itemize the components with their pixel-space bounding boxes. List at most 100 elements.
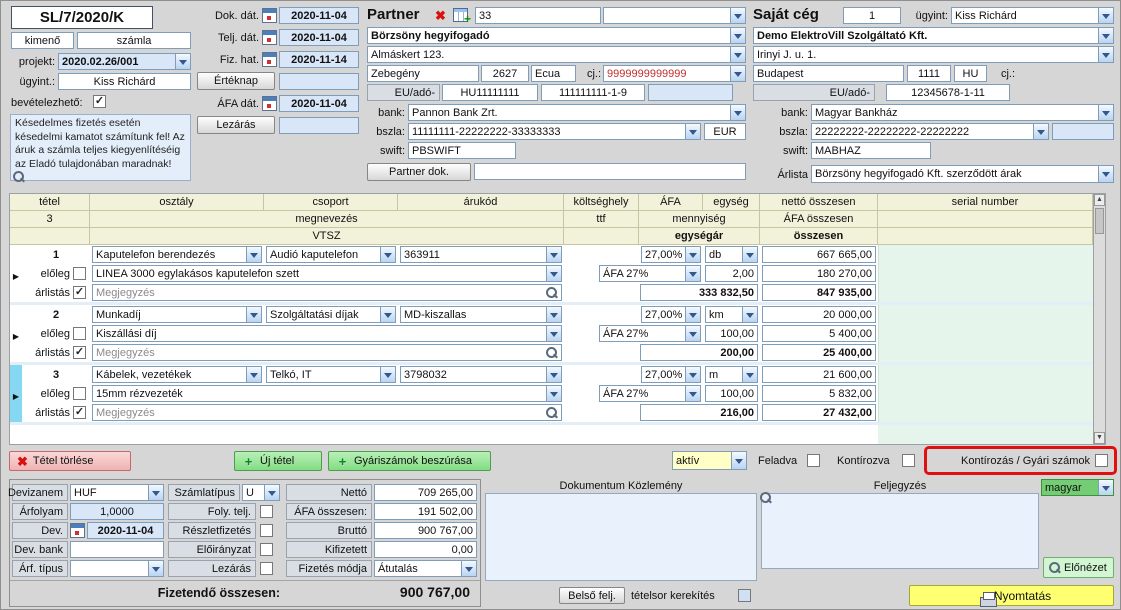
arlistas-checkbox[interactable] xyxy=(73,346,86,359)
magnifier-icon[interactable] xyxy=(545,286,558,299)
company-swift-field[interactable]: MABHAZ xyxy=(811,142,931,159)
devizanem-select[interactable]: HUF xyxy=(70,484,164,501)
partner-bank-select[interactable]: Pannon Bank Zrt. xyxy=(408,104,746,121)
mennyiseg-field[interactable]: 100,00 xyxy=(705,325,758,342)
arlistas-checkbox[interactable] xyxy=(73,406,86,419)
scroll-up-button[interactable]: ▲ xyxy=(1094,194,1105,206)
szamlatipus-select[interactable]: U xyxy=(242,484,280,501)
telj-dat-calendar-icon[interactable] xyxy=(262,30,277,45)
serial-number-cell[interactable] xyxy=(878,245,1093,302)
eloiranyzat-checkbox[interactable] xyxy=(260,543,273,556)
feljegyzes-textarea[interactable] xyxy=(761,493,1039,569)
note-magnifier-icon[interactable] xyxy=(12,170,25,183)
megjegyzes-field[interactable]: Megjegyzés xyxy=(92,284,562,301)
afa-dat-field[interactable]: 2020-11-04 xyxy=(279,95,359,112)
reszletfizetes-checkbox[interactable] xyxy=(260,524,273,537)
osztaly-select[interactable]: Kaputelefon berendezés xyxy=(92,246,262,263)
unit-select[interactable]: m xyxy=(705,366,758,383)
erteknap-field[interactable] xyxy=(279,73,359,90)
dev-date-field[interactable]: 2020-11-04 xyxy=(87,522,164,539)
tetelsor-kerekites-checkbox[interactable] xyxy=(738,589,751,602)
partner-tax-field[interactable]: 111111111-1-9 xyxy=(541,84,645,101)
osztaly-select[interactable]: Munkadíj xyxy=(92,306,262,323)
erteknap-button[interactable]: Értéknap xyxy=(197,72,275,90)
kontirozva-checkbox[interactable] xyxy=(902,454,915,467)
megjegyzes-field[interactable]: Megjegyzés xyxy=(92,404,562,421)
partner-lookup-select[interactable] xyxy=(603,7,746,24)
afa-osszeg-field[interactable]: 5 832,00 xyxy=(762,385,876,402)
partner-list-add-icon[interactable] xyxy=(453,8,468,22)
company-bszla-select[interactable]: 22222222-22222222-22222222 xyxy=(811,123,1049,140)
insert-serials-button[interactable]: + Gyáriszámok beszúrása xyxy=(328,451,491,471)
scroll-thumb[interactable] xyxy=(1095,208,1104,234)
company-ugyintezo-select[interactable]: Kiss Richárd xyxy=(951,7,1114,24)
afa-percent-select[interactable]: 27,00% xyxy=(641,366,701,383)
delete-line-button[interactable]: ✖ Tétel törlése xyxy=(9,451,131,471)
dev-bank-field[interactable] xyxy=(70,541,164,558)
osszesen-field[interactable]: 847 935,00 xyxy=(762,284,876,301)
elonezet-button[interactable]: Előnézet xyxy=(1043,557,1114,578)
kontirozas-checkbox[interactable] xyxy=(1095,454,1108,467)
partner-delete-icon[interactable]: ✖ xyxy=(435,9,446,22)
partner-name-select[interactable]: Börzsöny hegyifogadó xyxy=(367,27,746,44)
megjegyzes-field[interactable]: Megjegyzés xyxy=(92,344,562,361)
partner-dok-button[interactable]: Partner dok. xyxy=(367,163,471,181)
company-tax-field[interactable]: 12345678-1-11 xyxy=(886,84,1010,101)
row-select-marker[interactable]: ▶ xyxy=(10,245,22,302)
serial-number-cell[interactable] xyxy=(878,365,1093,422)
projekt-select[interactable]: 2020.02.26/001 xyxy=(58,53,191,70)
arukod-select[interactable]: MD-kiszallas xyxy=(400,306,562,323)
afa-select[interactable]: ÁFA 27% xyxy=(599,265,701,282)
line-item-3[interactable]: ▶ 3 Kábelek, vezetékek Telkó, IT 3798032… xyxy=(10,365,1093,425)
netto-osszesen-field[interactable]: 21 600,00 xyxy=(762,366,876,383)
unit-select[interactable]: km xyxy=(705,306,758,323)
nyomtatas-button[interactable]: Nyomtatás xyxy=(909,585,1114,606)
fiz-hat-field[interactable]: 2020-11-14 xyxy=(279,51,359,68)
company-code-field[interactable]: 1 xyxy=(843,7,901,24)
partner-extra-field[interactable] xyxy=(648,84,733,101)
csoport-select[interactable]: Szolgáltatási díjak xyxy=(266,306,396,323)
fiz-hat-calendar-icon[interactable] xyxy=(262,52,277,67)
arukod-select[interactable]: 363911 xyxy=(400,246,562,263)
partner-dok-field[interactable] xyxy=(474,163,746,180)
lezaras-button[interactable]: Lezárás xyxy=(197,116,275,134)
afa-select[interactable]: ÁFA 27% xyxy=(599,385,701,402)
company-country-field[interactable]: HU xyxy=(954,65,987,82)
language-select[interactable]: magyar xyxy=(1041,479,1114,496)
mennyiseg-field[interactable]: 100,00 xyxy=(705,385,758,402)
partner-address-select[interactable]: Almáskert 123. xyxy=(367,46,746,63)
dok-dat-field[interactable]: 2020-11-04 xyxy=(279,7,359,24)
bevetelezheto-checkbox[interactable] xyxy=(93,95,106,108)
afa-percent-select[interactable]: 27,00% xyxy=(641,246,701,263)
telj-dat-field[interactable]: 2020-11-04 xyxy=(279,29,359,46)
belso-felj-button[interactable]: Belső felj. xyxy=(559,587,625,604)
egysegar-field[interactable]: 200,00 xyxy=(640,344,758,361)
company-name-select[interactable]: Demo ElektroVill Szolgáltató Kft. xyxy=(753,27,1114,44)
partner-zip-field[interactable]: 2627 xyxy=(481,65,529,82)
serial-number-cell[interactable] xyxy=(878,305,1093,362)
line-item-2[interactable]: ▶ 2 Munkadíj Szolgáltatási díjak MD-kisz… xyxy=(10,305,1093,365)
partner-country-field[interactable]: Ecua xyxy=(531,65,576,82)
arf-tipus-select[interactable] xyxy=(70,560,164,577)
afa-dat-calendar-icon[interactable] xyxy=(262,96,277,111)
status-select[interactable]: aktív xyxy=(672,451,747,470)
csoport-select[interactable]: Audió kaputelefon xyxy=(266,246,396,263)
partner-city-field[interactable]: Zebegény xyxy=(367,65,479,82)
magnifier-icon[interactable] xyxy=(545,346,558,359)
company-city-field[interactable]: Budapest xyxy=(753,65,904,82)
arfolyam-field[interactable]: 1,0000 xyxy=(70,503,164,520)
unit-select[interactable]: db xyxy=(705,246,758,263)
eloleg-checkbox[interactable] xyxy=(73,267,86,280)
company-bank-select[interactable]: Magyar Bankház xyxy=(811,104,1114,121)
dev-calendar-icon[interactable] xyxy=(70,523,85,538)
company-address-select[interactable]: Irinyi J. u. 1. xyxy=(753,46,1114,63)
osszesen-field[interactable]: 27 432,00 xyxy=(762,404,876,421)
partner-cj-select[interactable]: 9999999999999 xyxy=(603,65,746,82)
row-select-marker-selected[interactable]: ▶ xyxy=(10,365,22,422)
afa-osszeg-field[interactable]: 5 400,00 xyxy=(762,325,876,342)
netto-osszesen-field[interactable]: 667 665,00 xyxy=(762,246,876,263)
lezaras-checkbox[interactable] xyxy=(260,562,273,575)
eloleg-checkbox[interactable] xyxy=(73,387,86,400)
magnifier-icon[interactable] xyxy=(545,406,558,419)
ugyintezo-field[interactable]: Kiss Richárd xyxy=(58,73,191,90)
